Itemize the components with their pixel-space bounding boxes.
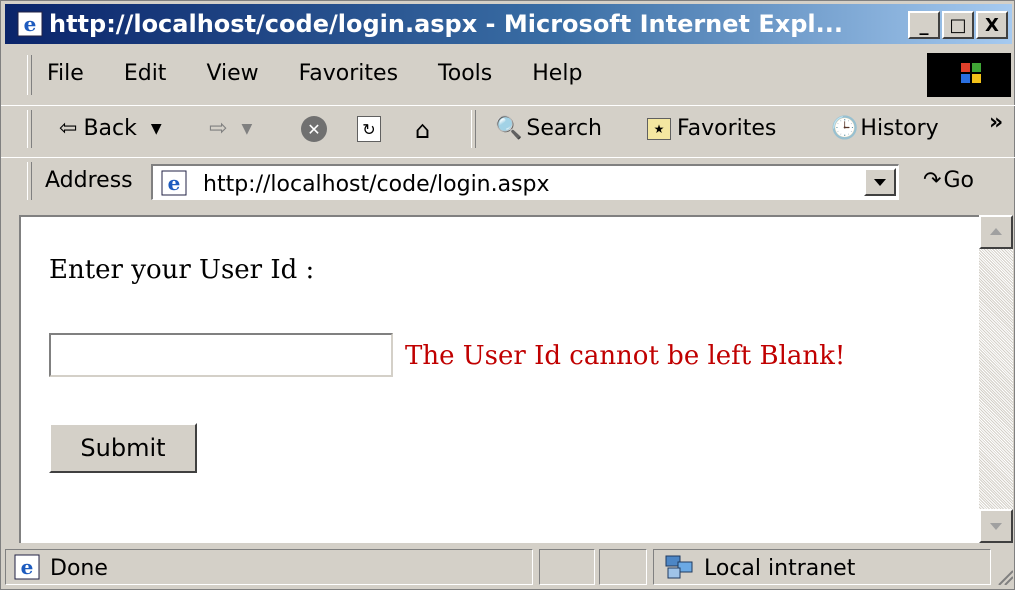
stop-button[interactable]: ✕	[301, 116, 327, 142]
address-input[interactable]: e http://localhost/code/login.aspx	[151, 164, 899, 200]
menu-view[interactable]: View	[206, 61, 258, 86]
windows-flag-icon	[961, 63, 981, 83]
minimize-button[interactable]: _	[908, 11, 940, 39]
toolbar-separator	[471, 110, 476, 148]
windows-logo	[927, 53, 1011, 97]
scroll-up-button[interactable]	[979, 215, 1013, 249]
forward-dropdown-icon[interactable]: ▼	[241, 121, 252, 137]
browser-window: e http://localhost/code/login.aspx - Mic…	[0, 0, 1015, 590]
page-content: Enter your User Id : The User Id cannot …	[19, 215, 981, 543]
chevron-down-icon	[874, 179, 886, 186]
validation-error: The User Id cannot be left Blank!	[405, 341, 846, 371]
search-label: Search	[526, 116, 602, 141]
status-panel-blank-2	[599, 549, 647, 585]
svg-text:e: e	[24, 12, 37, 36]
forward-button[interactable]: ⇨ ▼	[209, 116, 252, 141]
go-button[interactable]: ↷ Go	[923, 168, 974, 193]
resize-grip-icon[interactable]	[993, 559, 1014, 586]
submit-label: Submit	[80, 434, 166, 462]
back-label: Back	[83, 116, 137, 141]
forward-arrow-icon: ⇨	[209, 116, 228, 141]
scroll-down-button[interactable]	[979, 509, 1013, 543]
go-arrow-icon: ↷	[923, 168, 942, 193]
menu-favorites[interactable]: Favorites	[299, 61, 398, 86]
address-bar: Address e http://localhost/code/login.as…	[1, 157, 1015, 206]
status-panel-blank-1	[539, 549, 595, 585]
back-button[interactable]: ⇦ Back ▼	[59, 116, 162, 141]
maximize-icon: □	[949, 14, 967, 36]
close-button[interactable]: X	[976, 11, 1008, 39]
toolbar-grip[interactable]	[27, 110, 32, 148]
submit-button[interactable]: Submit	[49, 423, 197, 473]
menu-tools[interactable]: Tools	[438, 61, 492, 86]
close-icon: X	[985, 14, 999, 36]
status-panel-main: e Done	[5, 549, 533, 585]
userid-input[interactable]	[49, 333, 393, 377]
search-icon: 🔍	[495, 116, 523, 141]
menu-grip[interactable]	[27, 55, 32, 95]
back-dropdown-icon[interactable]: ▼	[151, 121, 162, 137]
go-label: Go	[943, 168, 974, 193]
address-label: Address	[45, 168, 133, 193]
svg-text:e: e	[21, 555, 34, 579]
menu-file[interactable]: File	[47, 61, 84, 86]
favorites-button[interactable]: ★ Favorites	[647, 116, 776, 141]
title-bar[interactable]: e http://localhost/code/login.aspx - Mic…	[5, 4, 1012, 44]
favorites-icon: ★	[647, 117, 671, 140]
search-button[interactable]: 🔍 Search	[495, 116, 602, 141]
intranet-icon	[664, 554, 694, 584]
address-grip[interactable]	[27, 162, 32, 200]
history-button[interactable]: 🕒 History	[831, 116, 939, 141]
menu-bar: File Edit View Favorites Tools Help	[1, 49, 1015, 101]
back-arrow-icon: ⇦	[59, 116, 78, 141]
status-bar: e Done Local intranet	[1, 547, 1015, 589]
minimize-icon: _	[919, 14, 929, 36]
chevron-down-icon	[990, 523, 1002, 530]
address-dropdown-button[interactable]	[864, 168, 896, 196]
vertical-scrollbar[interactable]	[979, 215, 1013, 543]
svg-text:e: e	[168, 171, 181, 195]
page-icon: e	[161, 170, 187, 200]
home-icon: ⌂	[415, 116, 431, 144]
status-page-icon: e	[14, 554, 40, 584]
userid-prompt: Enter your User Id :	[49, 255, 315, 285]
ie-logo-icon: e	[17, 11, 43, 37]
home-button[interactable]: ⌂	[415, 116, 430, 144]
menu-edit[interactable]: Edit	[124, 61, 167, 86]
history-icon: 🕒	[831, 116, 859, 141]
status-text: Done	[50, 556, 108, 581]
maximize-button[interactable]: □	[942, 11, 974, 39]
window-title: http://localhost/code/login.aspx - Micro…	[49, 10, 844, 38]
chevron-up-icon	[990, 228, 1002, 235]
history-label: History	[860, 116, 939, 141]
refresh-icon: ↻	[357, 116, 381, 142]
chevron-right-icon: »	[989, 110, 1004, 135]
security-zone-label: Local intranet	[704, 556, 856, 581]
standard-toolbar: ⇦ Back ▼ ⇨ ▼ ✕ ↻ ⌂ 🔍 Search ★ Favorites …	[1, 105, 1015, 154]
address-url: http://localhost/code/login.aspx	[203, 172, 550, 197]
favorites-label: Favorites	[677, 116, 777, 141]
menu-help[interactable]: Help	[532, 61, 582, 86]
toolbar-more-button[interactable]: »	[989, 110, 1003, 135]
status-panel-zone: Local intranet	[653, 549, 991, 585]
stop-icon: ✕	[301, 116, 327, 142]
refresh-button[interactable]: ↻	[357, 116, 381, 142]
